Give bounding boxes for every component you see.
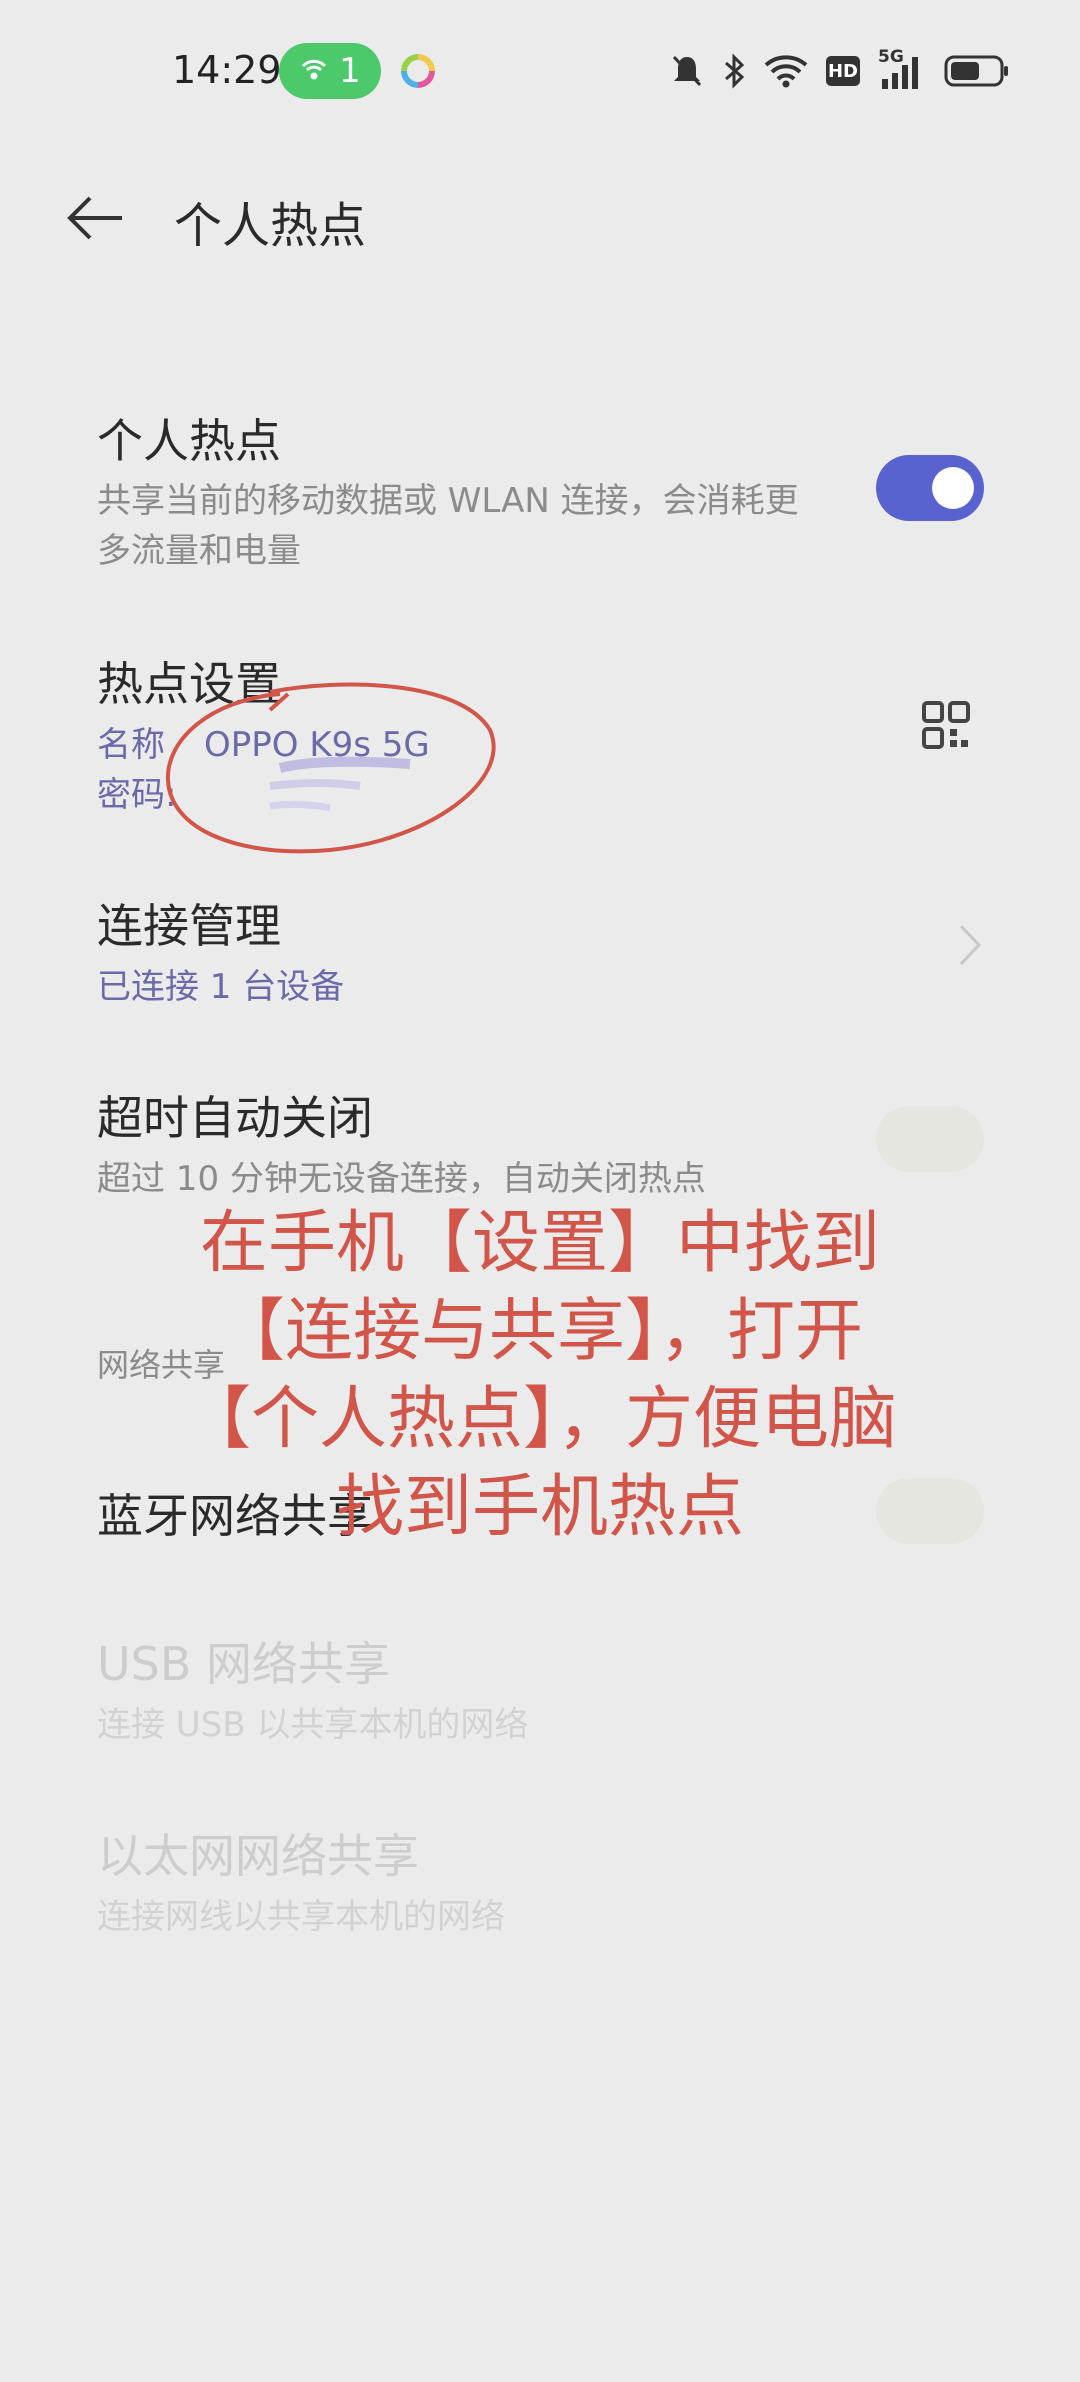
hotspot-title: 个人热点 [97, 414, 281, 468]
hotspot-name-label: 名称 [97, 725, 165, 765]
chevron-right-icon [959, 924, 982, 966]
hd-icon: HD [826, 56, 860, 86]
usb-sharing-title: USB 网络共享 [97, 1637, 391, 1691]
bluetooth-icon [725, 53, 745, 89]
hotspot-description-line1: 共享当前的移动数据或 WLAN 连接，会消耗更 [97, 481, 799, 521]
instruction-line-1: 在手机【设置】中找到 [199, 1204, 880, 1283]
wifi-icon [764, 55, 808, 88]
ethernet-sharing-description: 连接网线以共享本机的网络 [97, 1897, 505, 1937]
page-title: 个人热点 [174, 198, 367, 254]
qr-code-icon[interactable] [921, 700, 971, 750]
instruction-line-4: 找到手机热点 [335, 1468, 744, 1547]
battery-icon [944, 55, 1008, 87]
hotspot-status-pill[interactable]: 1 [279, 43, 381, 99]
red-circle-annotation [165, 682, 496, 854]
ethernet-sharing-title: 以太网网络共享 [97, 1829, 419, 1883]
instruction-overlay: 在手机【设置】中找到 【连接与共享】，打开 【个人热点】，方便电脑 找到手机热点 [60, 1200, 1020, 1552]
5g-signal-icon: 5G [878, 47, 926, 89]
instruction-line-2: 【连接与共享】，打开 [216, 1292, 863, 1371]
hotspot-device-count: 1 [339, 51, 361, 91]
hotspot-description-line2: 多流量和电量 [97, 531, 301, 571]
connection-management-title: 连接管理 [97, 899, 281, 953]
toggle-knob [932, 467, 974, 509]
hotspot-toggle[interactable] [876, 455, 984, 521]
back-arrow-icon[interactable] [64, 186, 128, 250]
auto-off-toggle[interactable] [876, 1106, 984, 1172]
instruction-line-3: 【个人热点】，方便电脑 [182, 1380, 897, 1459]
app-notification-icon [401, 54, 435, 88]
auto-off-title: 超时自动关闭 [97, 1091, 373, 1145]
network-type-label: 5G [878, 47, 904, 67]
mute-icon [672, 55, 702, 87]
status-bar: 14:29 1 HD 5G [0, 0, 1080, 140]
auto-off-description: 超过 10 分钟无设备连接，自动关闭热点 [97, 1159, 706, 1199]
status-time: 14:29 [172, 48, 282, 92]
connected-devices-count: 已连接 1 台设备 [97, 967, 345, 1007]
usb-sharing-description: 连接 USB 以共享本机的网络 [97, 1705, 529, 1745]
hotspot-icon [302, 59, 327, 80]
